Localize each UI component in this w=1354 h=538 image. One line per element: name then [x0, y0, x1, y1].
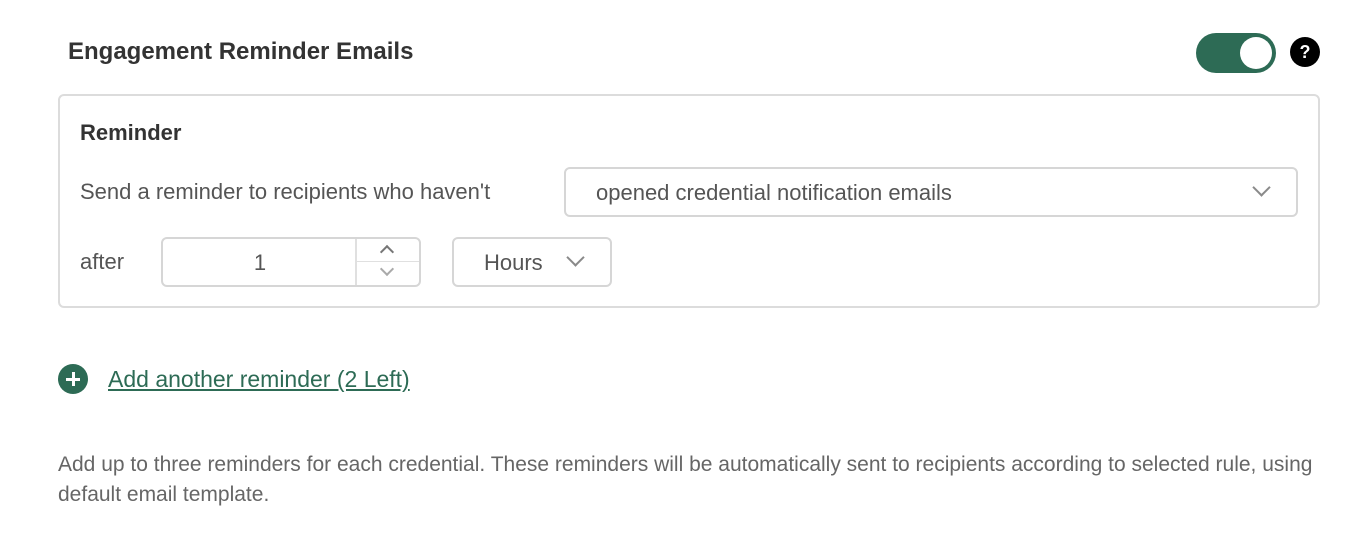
- condition-select-value: opened credential notification emails: [596, 180, 952, 205]
- toggle-knob: [1240, 37, 1272, 69]
- quantity-value[interactable]: 1: [163, 248, 357, 278]
- section-title: Engagement Reminder Emails: [68, 38, 414, 65]
- plus-circle-icon[interactable]: [58, 364, 88, 394]
- chevron-down-icon: [379, 261, 395, 277]
- send-reminder-label: Send a reminder to recipients who haven'…: [80, 179, 491, 204]
- reminder-card: Reminder Send a reminder to recipients w…: [58, 94, 1320, 308]
- page: Engagement Reminder Emails ? Reminder Se…: [0, 0, 1354, 538]
- help-icon[interactable]: ?: [1290, 37, 1320, 67]
- decrement-button[interactable]: [357, 261, 419, 285]
- chevron-down-icon: [566, 248, 585, 267]
- time-unit-value: Hours: [484, 250, 543, 275]
- reminder-emails-toggle[interactable]: [1196, 33, 1276, 73]
- chevron-down-icon: [1252, 178, 1271, 197]
- time-unit-select[interactable]: Hours: [452, 237, 612, 287]
- add-reminder-link[interactable]: Add another reminder (2 Left): [108, 364, 410, 394]
- condition-select[interactable]: opened credential notification emails: [564, 167, 1298, 217]
- after-label: after: [80, 249, 125, 274]
- chevron-up-icon: [379, 244, 395, 260]
- quantity-stepper[interactable]: 1: [161, 237, 421, 287]
- reminder-description: Add up to three reminders for each crede…: [58, 453, 1313, 506]
- stepper-controls: [355, 239, 419, 285]
- increment-button[interactable]: [357, 239, 419, 262]
- reminder-card-title: Reminder: [80, 120, 182, 145]
